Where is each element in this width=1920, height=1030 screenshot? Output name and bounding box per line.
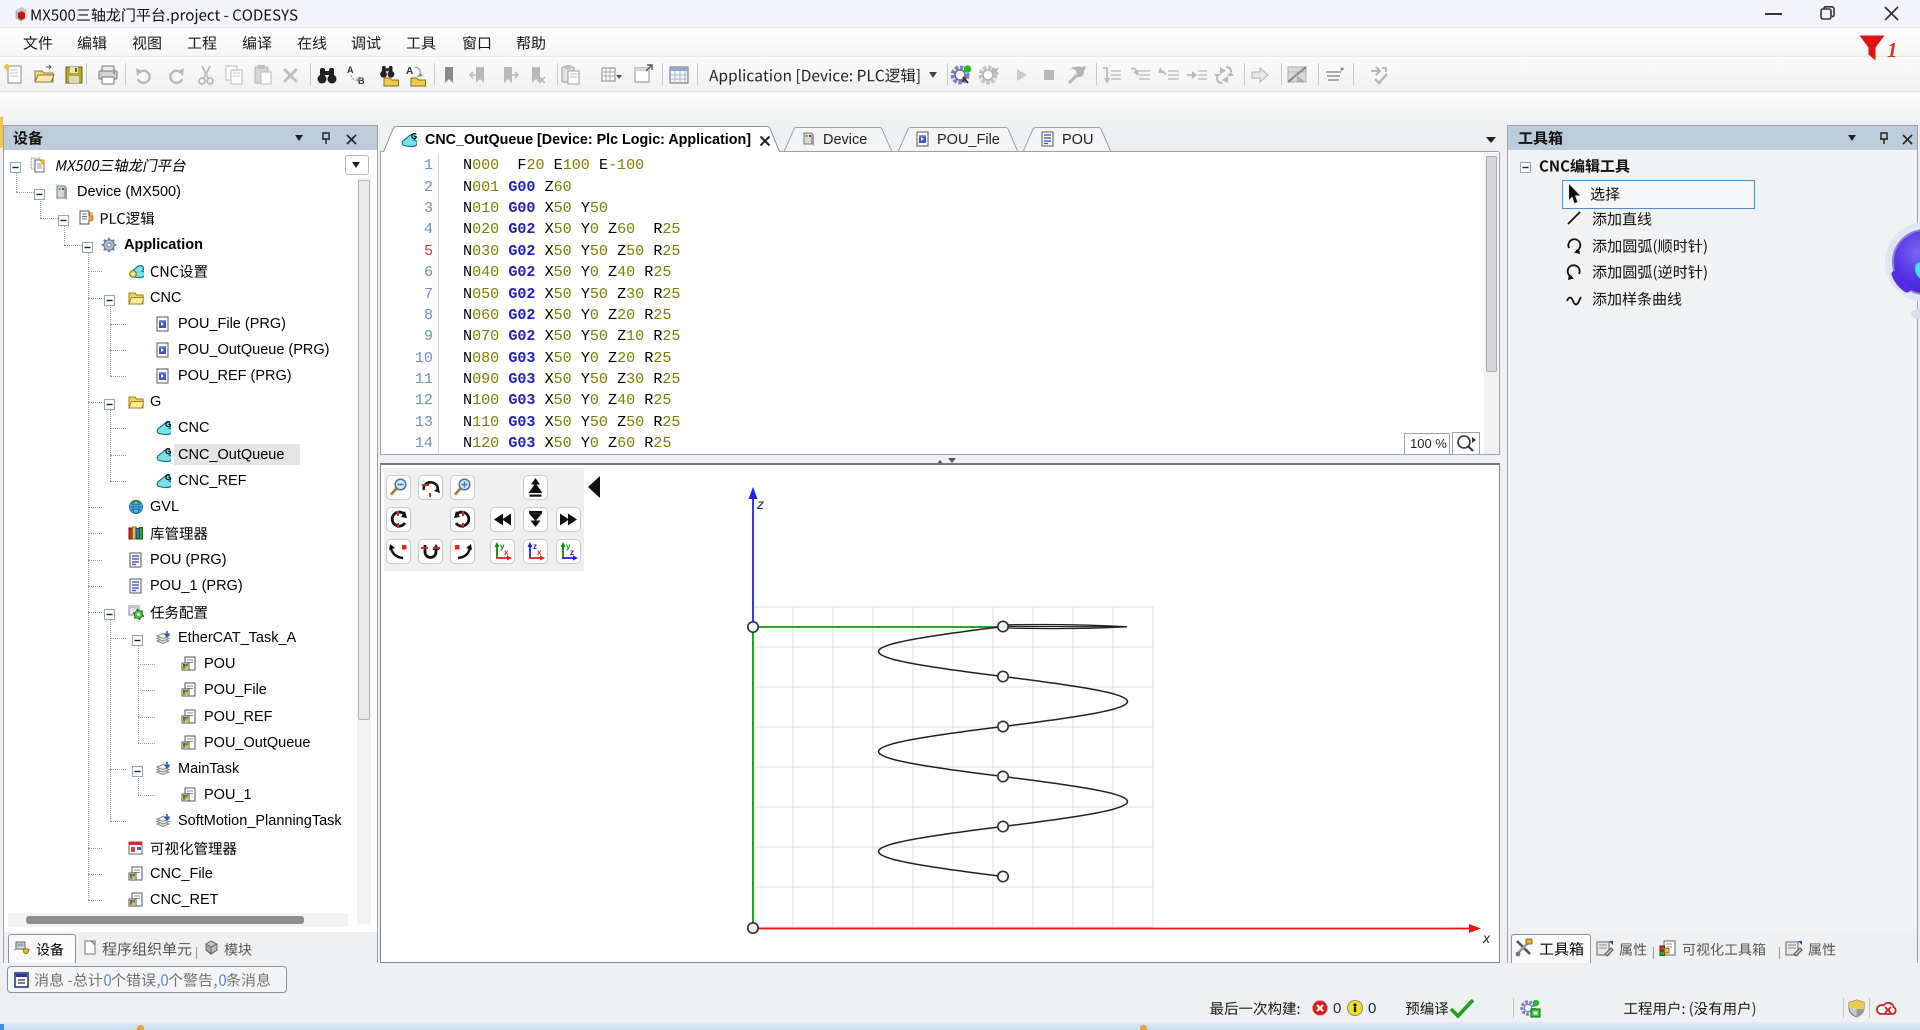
svg-text:G: G — [165, 420, 171, 429]
svg-text:G: G — [165, 473, 171, 482]
svg-text:A: A — [347, 65, 354, 75]
svg-text:G: G — [411, 132, 417, 141]
svg-text:z: z — [570, 548, 574, 557]
svg-text:x: x — [537, 548, 542, 557]
svg-text:1: 1 — [1887, 38, 1898, 61]
svg-text:B: B — [358, 76, 365, 86]
svg-text:z: z — [756, 496, 764, 512]
svg-text:G: G — [165, 447, 171, 456]
svg-text:x: x — [504, 548, 509, 557]
svg-text:A: A — [406, 66, 413, 77]
svg-text:x: x — [1482, 930, 1491, 946]
